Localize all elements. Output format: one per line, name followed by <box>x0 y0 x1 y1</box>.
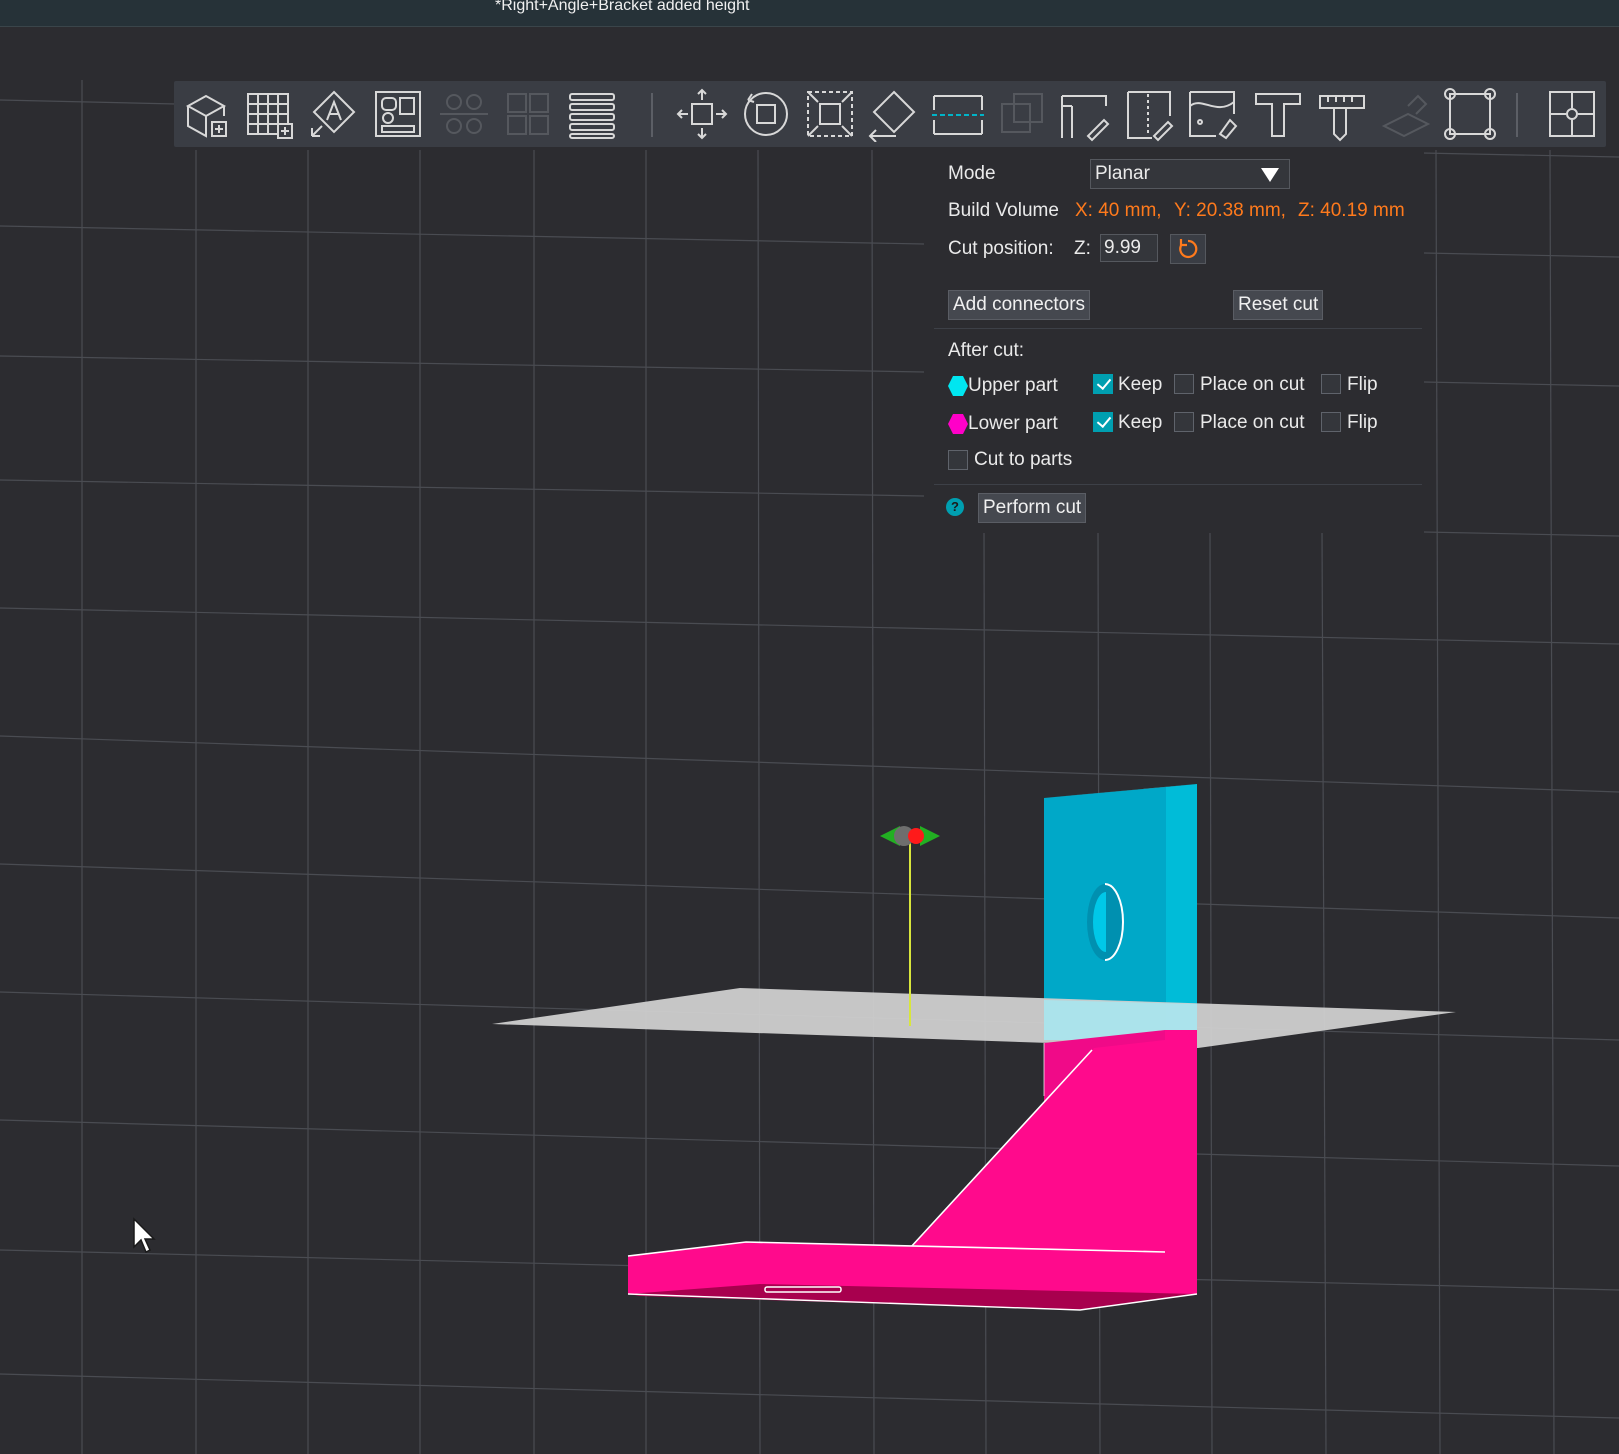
layers-icon[interactable] <box>564 86 620 142</box>
build-volume-x: X: 40 mm, <box>1075 200 1162 221</box>
upper-place-on-cut-label: Place on cut <box>1200 374 1305 395</box>
cut-to-parts-label: Cut to parts <box>974 449 1073 470</box>
upper-part-label: Upper part <box>968 375 1058 396</box>
cut-position-label: Cut position: <box>948 238 1054 259</box>
lower-part-model[interactable] <box>627 1030 1198 1311</box>
split-parts-icon[interactable] <box>500 86 556 142</box>
perform-cut-button[interactable]: Perform cut <box>978 493 1087 523</box>
mode-dropdown[interactable]: Planar <box>1090 159 1290 189</box>
lay-on-face-icon[interactable] <box>866 86 922 142</box>
fit-view-icon[interactable] <box>1442 86 1498 142</box>
mode-value: Planar <box>1095 163 1150 184</box>
reset-cut-button[interactable]: Reset cut <box>1233 290 1324 320</box>
z-label: Z: <box>1074 238 1091 259</box>
mode-label: Mode <box>948 163 996 184</box>
arrange-icon[interactable] <box>370 86 426 142</box>
chevron-down-icon <box>1261 168 1279 182</box>
lower-keep-label: Keep <box>1118 412 1163 433</box>
toolbar-separator <box>651 93 653 137</box>
lower-part-label: Lower part <box>968 413 1058 434</box>
lower-place-on-cut-checkbox[interactable] <box>1174 412 1194 432</box>
support-paint-icon[interactable] <box>1058 86 1114 142</box>
lower-part-color-icon <box>948 414 968 434</box>
toolbar-separator <box>1516 93 1518 137</box>
build-volume-label: Build Volume <box>948 200 1059 221</box>
upper-keep-checkbox[interactable] <box>1093 374 1113 394</box>
move-icon[interactable] <box>674 86 730 142</box>
help-icon[interactable]: ? <box>946 498 964 516</box>
mesh-boolean-icon[interactable] <box>994 86 1050 142</box>
undo-arrow-icon <box>1179 239 1198 259</box>
panel-divider <box>934 328 1422 329</box>
add-connectors-button[interactable]: Add connectors <box>948 290 1091 320</box>
upper-part-model[interactable] <box>1044 784 1197 1030</box>
cut-tool-panel: Mode Planar Build Volume X: 40 mm, Y: 20… <box>924 150 1424 533</box>
upper-place-on-cut-checkbox[interactable] <box>1174 374 1194 394</box>
upper-flip-label: Flip <box>1347 374 1378 395</box>
scale-icon[interactable] <box>802 86 858 142</box>
measure-icon[interactable] <box>1314 86 1370 142</box>
reset-z-button[interactable] <box>1170 234 1206 264</box>
assembly-icon[interactable] <box>1378 86 1434 142</box>
auto-orient-icon[interactable] <box>306 86 362 142</box>
mouse-cursor-icon <box>133 1217 156 1254</box>
text-icon[interactable] <box>1250 86 1306 142</box>
lower-flip-checkbox[interactable] <box>1321 412 1341 432</box>
lower-keep-checkbox[interactable] <box>1093 412 1113 432</box>
cut-icon[interactable] <box>930 86 986 142</box>
build-volume-y: Y: 20.38 mm, <box>1174 200 1286 221</box>
color-paint-icon[interactable] <box>1186 86 1242 142</box>
add-cube-icon[interactable] <box>178 86 234 142</box>
seam-paint-icon[interactable] <box>1122 86 1178 142</box>
split-objects-icon[interactable] <box>436 86 492 142</box>
upper-part-color-icon <box>948 376 968 396</box>
upper-keep-label: Keep <box>1118 374 1163 395</box>
cut-plane[interactable] <box>492 988 1456 1048</box>
upper-flip-checkbox[interactable] <box>1321 374 1341 394</box>
main-toolbar <box>174 81 1606 147</box>
add-plate-icon[interactable] <box>242 86 298 142</box>
lower-place-on-cut-label: Place on cut <box>1200 412 1305 433</box>
lower-flip-label: Flip <box>1347 412 1378 433</box>
build-volume-z: Z: 40.19 mm <box>1298 200 1405 221</box>
cut-z-input[interactable] <box>1100 234 1158 262</box>
panel-divider <box>934 484 1422 485</box>
rotate-icon[interactable] <box>738 86 794 142</box>
cut-to-parts-checkbox[interactable] <box>948 450 968 470</box>
after-cut-label: After cut: <box>948 340 1025 361</box>
assembly-view-icon[interactable] <box>1544 86 1600 142</box>
